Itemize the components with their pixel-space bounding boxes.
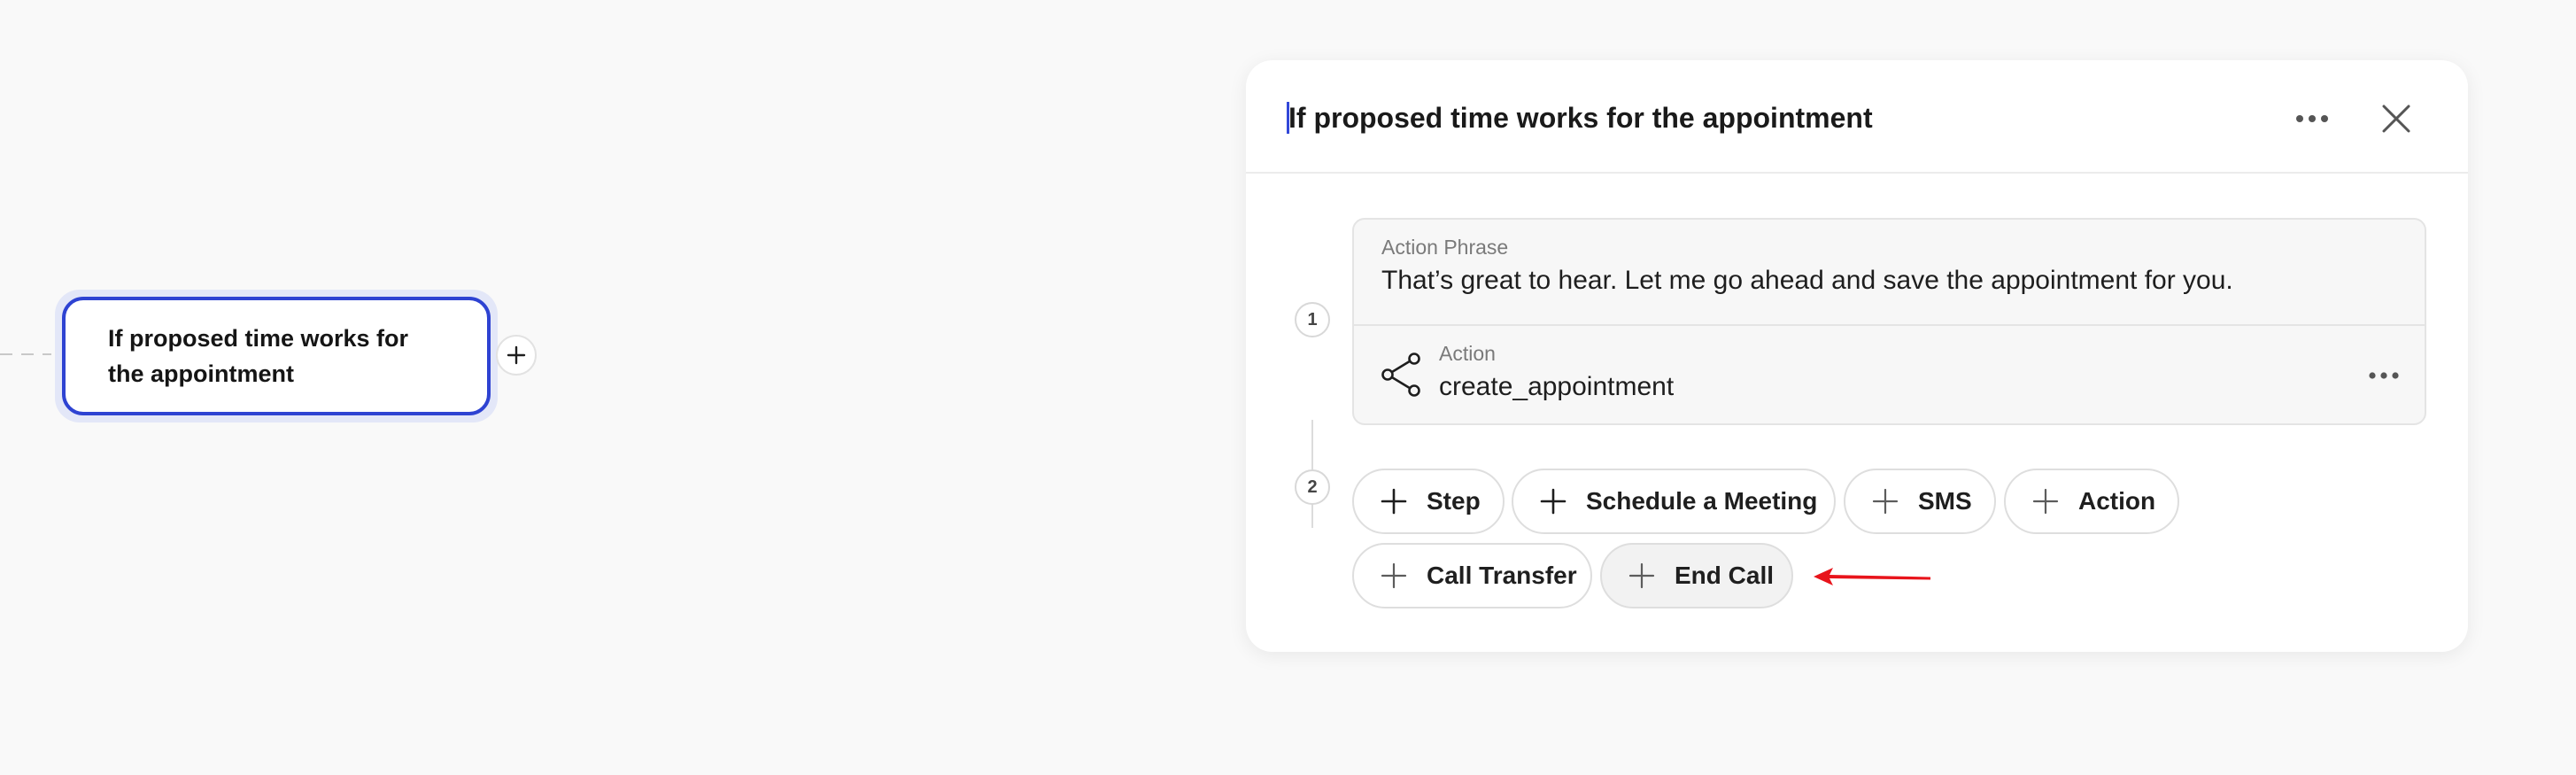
action-phrase-text: That’s great to hear. Let me go ahead an… xyxy=(1381,266,2233,295)
red-arrow-annotation xyxy=(1814,568,1930,585)
flow-canvas: If proposed time works for the appointme… xyxy=(0,0,2576,775)
plus-icon xyxy=(1381,562,1407,589)
action-value: create_appointment xyxy=(1439,372,1675,401)
node-title: If proposed time works for the appointme… xyxy=(108,325,409,387)
add-sms-button[interactable]: SMS xyxy=(1844,469,1996,534)
add-sms-label: SMS xyxy=(1918,487,1972,515)
action-more-button[interactable] xyxy=(2363,358,2404,393)
node-detail-panel: If proposed time works for the appointme… xyxy=(1246,60,2468,652)
more-options-button[interactable] xyxy=(2291,97,2333,140)
plus-icon xyxy=(1540,488,1566,515)
add-step-button[interactable]: Step xyxy=(1352,469,1505,534)
more-horizontal-icon xyxy=(2296,115,2328,122)
add-call-transfer-button[interactable]: Call Transfer xyxy=(1352,543,1592,608)
panel-header: If proposed time works for the appointme… xyxy=(1246,60,2468,174)
close-icon xyxy=(2382,105,2410,133)
more-horizontal-icon xyxy=(2369,372,2399,379)
step-number-1: 1 xyxy=(1295,302,1330,337)
add-step-label: Step xyxy=(1427,487,1481,515)
add-node-button[interactable] xyxy=(496,335,537,376)
plus-icon xyxy=(1628,562,1655,589)
close-panel-button[interactable] xyxy=(2375,97,2417,140)
incoming-edge xyxy=(0,353,51,355)
add-action-label: Action xyxy=(2078,487,2156,515)
plus-icon xyxy=(1872,488,1899,515)
add-schedule-meeting-label: Schedule a Meeting xyxy=(1586,487,1818,515)
plus-icon xyxy=(2032,488,2059,515)
add-action-button[interactable]: Action xyxy=(2004,469,2179,534)
add-end-call-button[interactable]: End Call xyxy=(1600,543,1793,608)
action-phrase-label: Action Phrase xyxy=(1381,236,1509,259)
plus-icon xyxy=(507,345,526,365)
action-section[interactable]: Action create_appointment xyxy=(1354,326,2425,423)
step-number-2: 2 xyxy=(1295,469,1330,505)
action-phrase-section[interactable]: Action Phrase That’s great to hear. Let … xyxy=(1354,220,2425,326)
add-end-call-label: End Call xyxy=(1675,562,1775,589)
flow-node-selected[interactable]: If proposed time works for the appointme… xyxy=(62,297,491,415)
panel-title-input[interactable]: If proposed time works for the appointme… xyxy=(1288,96,1873,140)
share-node-icon xyxy=(1381,353,1420,397)
add-call-transfer-label: Call Transfer xyxy=(1427,562,1577,589)
add-schedule-meeting-button[interactable]: Schedule a Meeting xyxy=(1512,469,1836,534)
action-label: Action xyxy=(1439,342,1496,365)
plus-icon xyxy=(1381,488,1407,515)
step-card[interactable]: Action Phrase That’s great to hear. Let … xyxy=(1352,218,2426,425)
